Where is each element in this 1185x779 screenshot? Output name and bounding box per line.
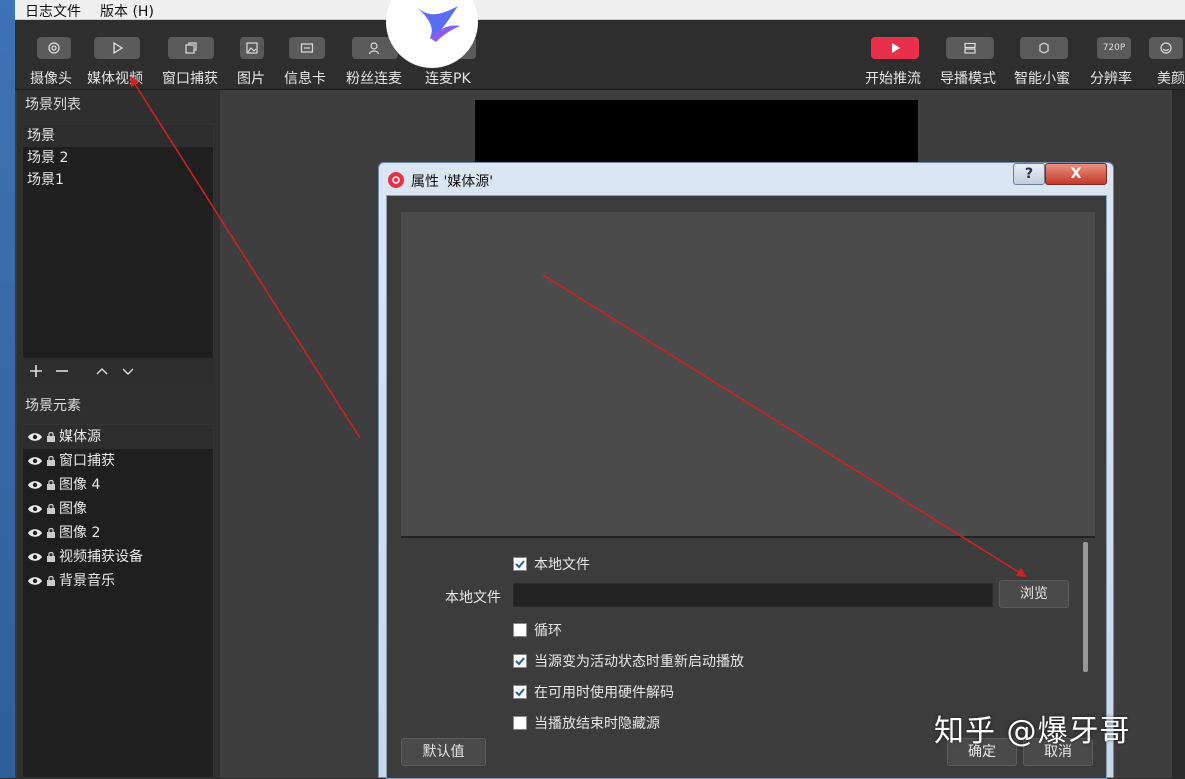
arrow-to-browse: [542, 274, 1027, 578]
watermark: 知乎 @爆牙哥: [934, 714, 1131, 749]
arrow-to-media-video: [129, 76, 361, 439]
annotation-arrows: [129, 76, 1027, 578]
